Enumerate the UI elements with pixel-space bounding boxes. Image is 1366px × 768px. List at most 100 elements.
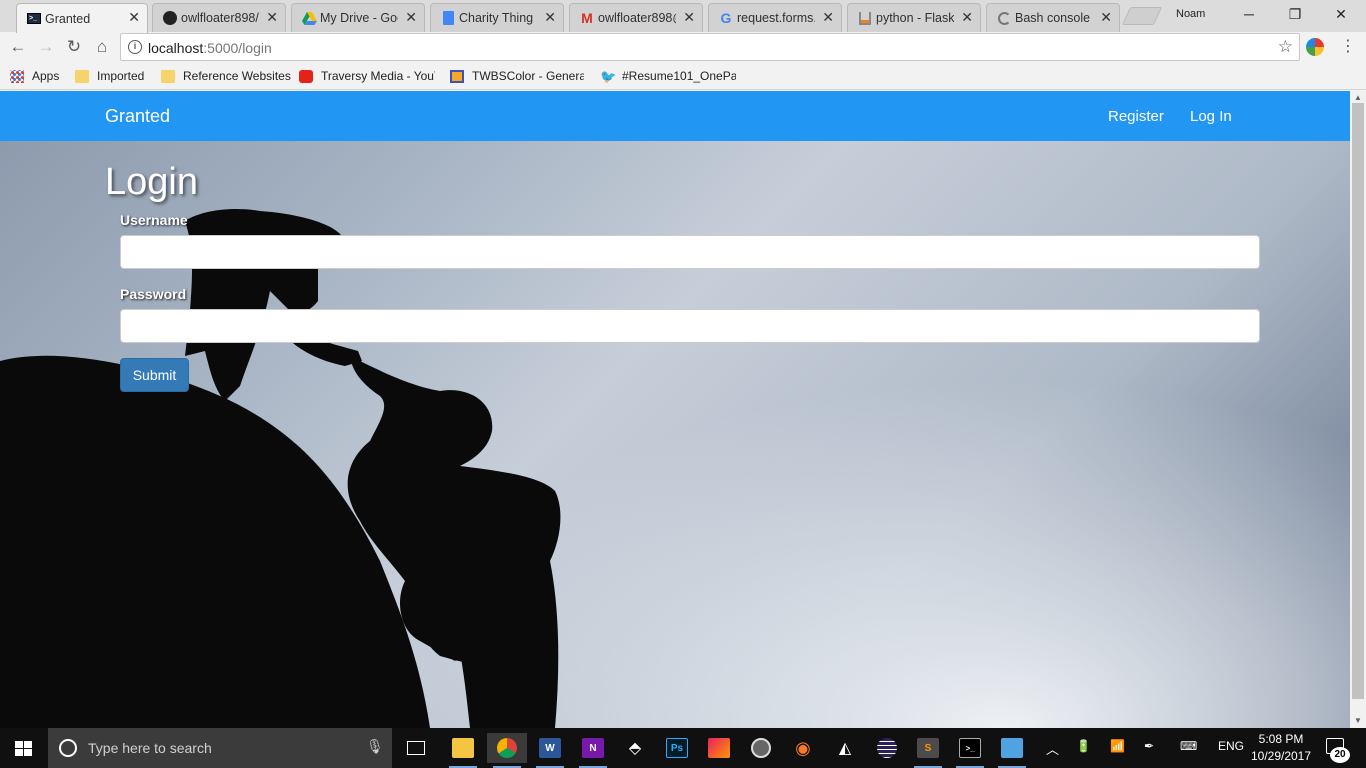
username-label: Username (120, 212, 188, 228)
scroll-thumb[interactable] (1352, 103, 1364, 699)
tab-title: Granted (45, 11, 91, 26)
eclipse-icon[interactable] (867, 733, 907, 763)
bookmark-label: Reference Websites (183, 69, 291, 83)
chrome-icon[interactable] (487, 733, 527, 768)
tab-docs[interactable]: Charity Thing - ✕ (430, 3, 564, 32)
notification-badge: 20 (1330, 747, 1350, 763)
inkscape-icon[interactable]: ⬘ (615, 733, 655, 763)
tab-strip: >_ Granted ✕ owlfloater898/ ✕ My Drive -… (0, 0, 1366, 33)
kebab-menu-icon[interactable]: ⋮ (1340, 36, 1356, 56)
folder-icon (161, 69, 175, 83)
close-icon[interactable]: ✕ (544, 9, 556, 26)
tab-title: python - Flask (876, 11, 954, 25)
forward-arrow-icon[interactable]: → (34, 36, 58, 58)
home-icon[interactable]: ⌂ (90, 36, 114, 58)
bookmark-resume101[interactable]: 🐦 #Resume101_OnePag (600, 68, 736, 84)
tab-bash-console[interactable]: Bash console ( ✕ (986, 3, 1120, 32)
back-arrow-icon[interactable]: ← (6, 36, 30, 58)
tab-github[interactable]: owlfloater898/ ✕ (152, 3, 286, 32)
sketchbook-icon[interactable] (741, 733, 781, 763)
close-icon[interactable]: ✕ (405, 9, 417, 26)
sublime-text-icon[interactable]: S (908, 733, 948, 768)
info-icon[interactable]: i (128, 40, 142, 54)
page-scrollbar[interactable]: ▲ ▼ (1350, 91, 1366, 728)
password-input[interactable] (120, 309, 1260, 343)
close-icon[interactable]: ✕ (128, 9, 140, 26)
github-icon (162, 10, 178, 26)
clock-date: 10/29/2017 (1250, 749, 1312, 763)
login-form-container: Login Username Password Submit (0, 91, 1350, 728)
microphone-icon[interactable]: 🎙 (366, 738, 384, 755)
photoshop-icon[interactable]: Ps (657, 733, 697, 763)
windows-start-icon[interactable] (15, 741, 32, 756)
close-icon[interactable]: ✕ (822, 9, 834, 26)
onenote-icon[interactable]: N (573, 733, 613, 768)
extension-icon[interactable] (1306, 38, 1324, 56)
bookmark-reference-websites[interactable]: Reference Websites (161, 68, 291, 84)
paint-app-icon[interactable] (699, 733, 739, 763)
tab-stackoverflow[interactable]: python - Flask ✕ (847, 3, 981, 32)
tab-drive[interactable]: My Drive - Goo ✕ (291, 3, 425, 32)
task-view-icon[interactable] (396, 733, 436, 763)
youtube-icon (299, 69, 313, 83)
google-icon: G (720, 10, 732, 26)
reload-icon[interactable]: ↻ (62, 36, 86, 58)
tab-granted[interactable]: >_ Granted ✕ (16, 3, 148, 33)
twitter-icon: 🐦 (600, 68, 617, 84)
pen-icon[interactable]: ✒ (1144, 739, 1154, 753)
wifi-icon[interactable]: 📶 (1110, 739, 1125, 753)
tab-title: Bash console ( (1015, 11, 1093, 25)
close-window-icon[interactable]: ✕ (1318, 0, 1364, 28)
address-bar[interactable]: i localhost:5000/login ☆ (120, 33, 1300, 61)
tab-title: My Drive - Goo (320, 11, 398, 25)
clock-time: 5:08 PM (1258, 732, 1304, 746)
username-input[interactable] (120, 235, 1260, 269)
taskbar-clock[interactable]: 5:08 PM 10/29/2017 (1248, 731, 1314, 765)
folder-icon (75, 69, 89, 83)
command-prompt-icon[interactable]: >_ (950, 733, 990, 768)
unity-icon[interactable]: ◭ (825, 733, 865, 763)
bookmark-label: Apps (32, 69, 60, 83)
browser-toolbar: ← → ↻ ⌂ i localhost:5000/login ☆ (0, 32, 1366, 62)
apps-icon (10, 69, 24, 83)
word-icon[interactable]: W (530, 733, 570, 768)
bookmark-label: TWBSColor - Generat (472, 69, 584, 83)
bookmark-apps[interactable]: Apps (10, 68, 59, 84)
file-explorer-icon[interactable] (443, 733, 483, 768)
login-link[interactable]: Log In (1190, 108, 1232, 125)
scroll-up-icon[interactable]: ▲ (1354, 93, 1362, 102)
close-icon[interactable]: ✕ (683, 9, 695, 26)
close-icon[interactable]: ✕ (961, 9, 973, 26)
profile-name[interactable]: Noam (1176, 8, 1205, 20)
pythonanywhere-icon (996, 10, 1012, 26)
restore-icon[interactable]: ❐ (1272, 0, 1318, 28)
url-path: :5000/login (203, 40, 272, 56)
language-indicator[interactable]: ENG (1218, 739, 1244, 753)
scroll-down-icon[interactable]: ▼ (1354, 716, 1362, 725)
control-panel-icon[interactable] (992, 733, 1032, 768)
bookmark-imported[interactable]: Imported (75, 68, 144, 84)
bookmark-twbscolor[interactable]: TWBSColor - Generat (450, 68, 584, 84)
blender-icon[interactable]: ◉ (783, 733, 823, 763)
gmail-icon: M (581, 10, 593, 26)
battery-icon[interactable]: 🔋 (1076, 739, 1091, 753)
bookmark-label: Imported (97, 69, 145, 83)
close-icon[interactable]: ✕ (1100, 9, 1112, 26)
bookmarks-bar: Apps Imported Reference Websites Travers… (0, 62, 1366, 90)
minimize-icon[interactable]: ─ (1226, 0, 1272, 28)
tab-google-search[interactable]: G request.forms. ✕ (708, 3, 842, 32)
submit-button[interactable]: Submit (120, 358, 189, 392)
chevron-up-icon[interactable]: ︿ (1046, 739, 1059, 758)
site-brand[interactable]: Granted (105, 106, 170, 127)
google-docs-icon (440, 10, 456, 26)
new-tab-button[interactable] (1121, 7, 1163, 25)
close-icon[interactable]: ✕ (266, 9, 278, 26)
bookmark-star-icon[interactable]: ☆ (1278, 37, 1293, 57)
url-text[interactable]: localhost:5000/login (148, 40, 272, 56)
bookmark-traversy-media[interactable]: Traversy Media - YouT (299, 68, 435, 84)
page-viewport: Granted Register Log In Login Username P… (0, 91, 1350, 728)
register-link[interactable]: Register (1108, 108, 1164, 125)
taskbar-search[interactable]: Type here to search 🎙 (48, 728, 392, 768)
keyboard-icon[interactable]: ⌨ (1180, 739, 1197, 753)
tab-gmail[interactable]: M owlfloater898@ ✕ (569, 3, 703, 32)
